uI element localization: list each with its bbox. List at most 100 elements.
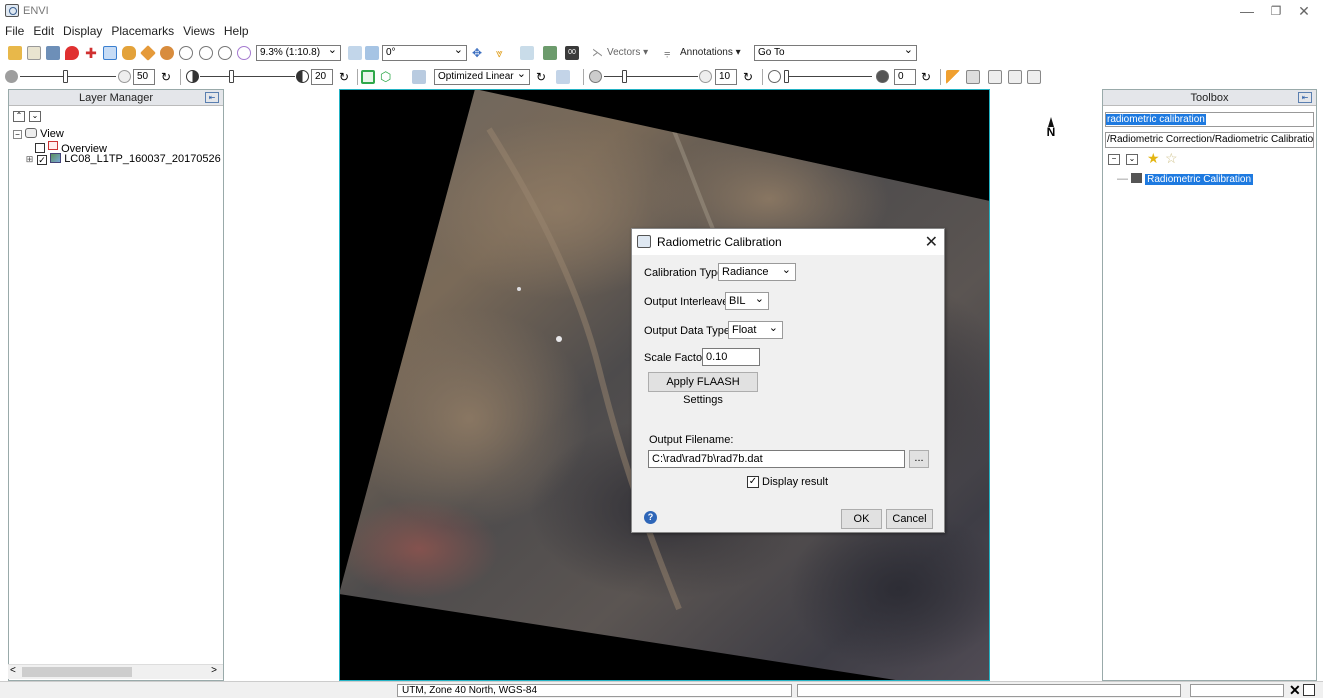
menu-edit[interactable]: Edit	[28, 22, 58, 38]
vectors-menu[interactable]: Vectors ▾	[607, 47, 648, 58]
reset-transparency-icon[interactable]: ↻	[921, 70, 935, 84]
scroll-left-icon[interactable]: <	[10, 665, 16, 676]
tree-view-label: View	[40, 128, 64, 140]
pixel-locator-icon[interactable]: ✥	[472, 46, 486, 60]
browse-button[interactable]: ...	[909, 450, 929, 468]
portal-icon[interactable]	[946, 70, 960, 84]
layer-manager-scrollbar[interactable]: < >	[8, 664, 223, 679]
goto-dropdown[interactable]: Go To	[754, 43, 917, 61]
menu-views[interactable]: Views	[178, 22, 219, 38]
menu-placemarks[interactable]: Placemarks	[106, 22, 178, 38]
favorite-add-icon[interactable]: ★	[1147, 150, 1160, 167]
layer-icon[interactable]	[46, 46, 60, 60]
output-data-type-select[interactable]: Float ⌄	[728, 321, 783, 339]
zoom-in-icon[interactable]	[199, 46, 213, 60]
expand-all-icon[interactable]: ⌄	[29, 111, 41, 122]
annotations-menu[interactable]: Annotations ▾	[680, 47, 741, 58]
contrast-slider-thumb[interactable]	[229, 70, 234, 83]
layer-checkbox[interactable]: ✓	[37, 155, 48, 165]
expand-all-icon[interactable]: ⌄	[1126, 154, 1138, 165]
reset-brightness-icon[interactable]: ↻	[161, 70, 175, 84]
dialog-close-icon[interactable]: ✕	[925, 232, 938, 252]
dock-icon[interactable]: ⇤	[1298, 92, 1312, 103]
radiometric-calibration-dialog: Radiometric Calibration ✕ Calibration Ty…	[631, 228, 945, 533]
apply-flaash-button[interactable]: Apply FLAASH Settings	[648, 372, 758, 406]
view-blend-icon[interactable]	[966, 70, 980, 84]
brightness-max-icon	[118, 70, 131, 83]
transparency-slider-track[interactable]	[784, 76, 872, 77]
toolbox-search-input[interactable]: radiometric calibration	[1106, 114, 1206, 125]
tree-layer-node[interactable]: ⊞ ✓ LC08_L1TP_160037_20170526	[25, 153, 221, 165]
histogram-icon[interactable]	[556, 70, 570, 84]
collapse-all-icon[interactable]: −	[1108, 154, 1120, 165]
sharpen-slider-track[interactable]	[604, 76, 698, 77]
contrast-slider-track[interactable]	[200, 76, 295, 77]
cancel-process-icon[interactable]: ✕	[1289, 682, 1301, 698]
view-flicker-icon[interactable]	[988, 70, 1002, 84]
sharpen-input[interactable]: 10	[715, 69, 737, 85]
collapse-toggle-icon[interactable]: −	[13, 130, 22, 139]
output-interleave-select[interactable]: BIL ⌄	[725, 292, 769, 310]
zoom-icon[interactable]	[179, 46, 193, 60]
minimize-button[interactable]: —	[1233, 2, 1261, 20]
data-manager-icon[interactable]	[27, 46, 41, 60]
collapse-all-icon[interactable]: ⌃	[13, 111, 25, 122]
rotate-icon[interactable]	[160, 46, 174, 60]
menu-help[interactable]: Help	[219, 22, 253, 38]
open-file-icon[interactable]	[8, 46, 22, 60]
calibration-type-select[interactable]: Radiance ⌄	[718, 263, 796, 281]
stretch-full-icon[interactable]: ⬡	[380, 70, 394, 84]
restore-button[interactable]: ❐	[1262, 2, 1290, 20]
reset-stretch-icon[interactable]: ↻	[536, 70, 550, 84]
brightness-slider-thumb[interactable]	[63, 70, 68, 83]
overview-checkbox[interactable]	[35, 143, 45, 153]
scale-factor-input[interactable]: 0.10	[702, 348, 760, 366]
rotation-dropdown[interactable]: 0°	[382, 43, 467, 61]
favorite-icon[interactable]: ☆	[1165, 150, 1178, 167]
output-filename-input[interactable]: C:\rad\rad7b\rad7b.dat	[648, 450, 905, 468]
menu-file[interactable]: File	[0, 22, 28, 38]
toolbox-result-label[interactable]: Radiometric Calibration	[1145, 174, 1254, 185]
pan-hand-icon[interactable]	[122, 46, 136, 60]
profile-icon[interactable]	[520, 46, 534, 60]
cursor-value-icon[interactable]: ⩔	[496, 46, 510, 60]
spectral-profile-icon[interactable]	[543, 46, 557, 60]
select-cursor-icon[interactable]	[103, 46, 117, 60]
brightness-slider-track[interactable]	[20, 76, 116, 77]
tree-view-node[interactable]: − View	[13, 128, 64, 140]
transparency-slider-thumb[interactable]	[784, 70, 789, 83]
stretch-roi-icon[interactable]	[361, 70, 375, 84]
rotate-left-icon[interactable]	[348, 46, 362, 60]
scroll-thumb[interactable]	[22, 667, 132, 677]
zoom-out-icon[interactable]	[218, 46, 232, 60]
placemark-icon[interactable]	[65, 46, 79, 60]
help-icon[interactable]: ?	[644, 511, 657, 524]
zoom-full-icon[interactable]	[237, 46, 251, 60]
roi-tool-icon[interactable]: 00	[565, 46, 579, 60]
process-manager-icon[interactable]	[1303, 684, 1315, 696]
brightness-input[interactable]: 50	[133, 69, 155, 85]
cancel-button[interactable]: Cancel	[886, 509, 933, 529]
rotate-right-icon[interactable]	[365, 46, 379, 60]
sharpen-slider-thumb[interactable]	[622, 70, 627, 83]
stretch-dropdown[interactable]: Optimized Linear	[434, 67, 530, 85]
toolbox-search[interactable]: radiometric calibration	[1105, 112, 1314, 127]
close-window-button[interactable]: ✕	[1290, 2, 1318, 20]
contrast-input[interactable]: 20	[311, 69, 333, 85]
dock-icon[interactable]: ⇤	[205, 92, 219, 103]
transparency-input[interactable]: 0	[894, 69, 916, 85]
menu-display[interactable]: Display	[58, 22, 106, 38]
display-result-checkbox[interactable]: ✓	[747, 476, 759, 488]
ok-button[interactable]: OK	[841, 509, 882, 529]
reset-sharpen-icon[interactable]: ↻	[743, 70, 757, 84]
view-swipe-icon[interactable]	[1008, 70, 1022, 84]
crosshair-icon[interactable]: ✚	[84, 46, 98, 60]
zoom-dropdown[interactable]: 9.3% (1:10.8)	[256, 43, 341, 61]
view-link-icon[interactable]	[1027, 70, 1041, 84]
fly-icon[interactable]	[140, 45, 156, 61]
toolbox-result-item[interactable]: — Radiometric Calibration	[1117, 173, 1254, 185]
expand-toggle-icon[interactable]: ⊞	[25, 155, 34, 165]
calibration-type-label: Calibration Type	[644, 267, 724, 279]
scroll-right-icon[interactable]: >	[211, 665, 217, 676]
reset-contrast-icon[interactable]: ↻	[339, 70, 353, 84]
